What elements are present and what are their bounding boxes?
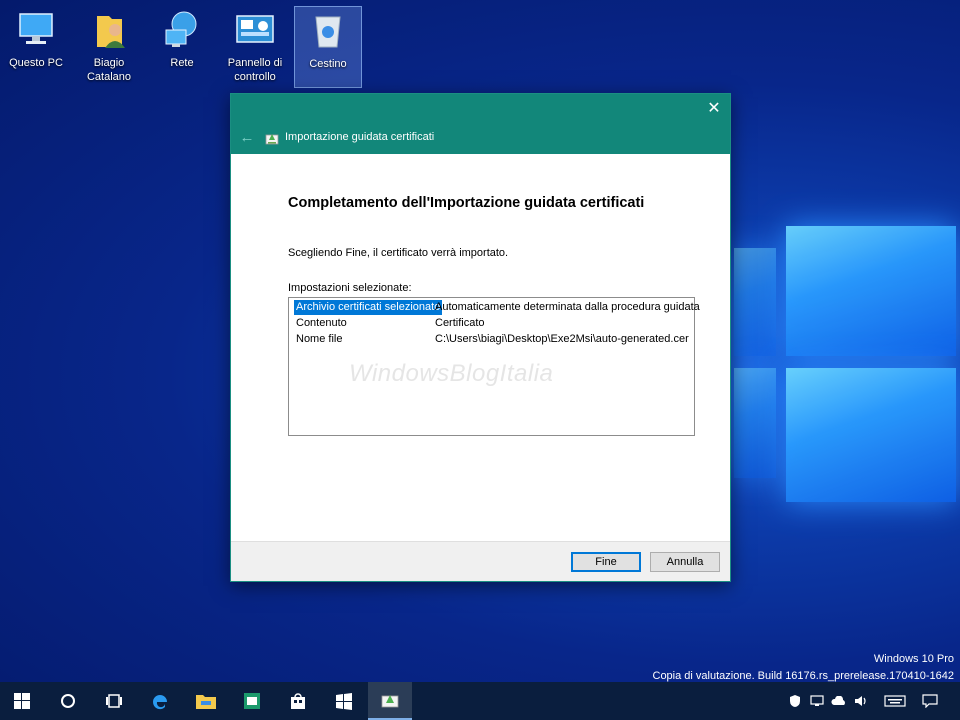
desktop-icon-label: Biagio Catalano: [86, 57, 132, 83]
edge-icon: [152, 695, 167, 710]
dialog-footer: Fine Annulla: [231, 541, 730, 581]
taskbar: [0, 682, 960, 720]
settings-key: Contenuto: [296, 317, 347, 329]
recycle-bin-icon: [315, 16, 341, 48]
settings-key: Archivio certificati selezionato: [294, 300, 443, 315]
certificate-wizard-icon: [381, 695, 399, 708]
store-icon: [291, 693, 305, 709]
start-button[interactable]: [0, 682, 44, 720]
settings-row[interactable]: Contenuto Certificato: [289, 316, 694, 331]
back-arrow-icon[interactable]: ←: [237, 128, 257, 148]
settings-value: Certificato: [435, 317, 485, 329]
desktop-icon-label: Pannello di controllo: [227, 57, 283, 83]
cancel-button[interactable]: Annulla: [650, 552, 720, 572]
wizard-header: ← Importazione guidata certificati: [231, 124, 730, 154]
settings-value: C:\Users\biagi\Desktop\Exe2Msi\auto-gene…: [435, 333, 689, 345]
desktop-icon-label: Rete: [170, 57, 194, 69]
wizard-title: Importazione guidata certificati: [285, 131, 435, 143]
task-view-button[interactable]: [92, 682, 136, 720]
keyboard-icon[interactable]: [880, 682, 910, 720]
settings-value: Automaticamente determinata dalla proced…: [435, 301, 700, 313]
start-icon: [14, 693, 30, 709]
certificate-wizard-icon: [265, 134, 279, 145]
settings-key: Nome file: [296, 333, 343, 345]
network-tray-icon[interactable]: [806, 682, 828, 720]
file-explorer-icon: [196, 695, 216, 709]
dialog-titlebar: ✕: [231, 94, 730, 124]
desktop-icon-user-folder[interactable]: Biagio Catalano: [75, 6, 143, 88]
cortana-button[interactable]: [46, 682, 90, 720]
volume-icon[interactable]: [850, 682, 872, 720]
computer-icon: [19, 13, 53, 44]
description-text: Scegliendo Fine, il certificato verrà im…: [288, 247, 509, 259]
desktop-icon-this-pc[interactable]: Questo PC: [2, 6, 70, 88]
desktop-icon-network[interactable]: Rete: [148, 6, 216, 88]
close-button[interactable]: ✕: [704, 99, 724, 119]
certificate-import-wizard-dialog: ✕ ← Importazione guidata certificati Com…: [230, 93, 731, 582]
edition-text: Windows 10 Pro: [873, 653, 954, 665]
windows-app-icon: [336, 693, 352, 710]
network-icon: [165, 11, 197, 47]
desktop-icon-label: Cestino: [309, 58, 347, 70]
control-panel-icon: [236, 15, 274, 43]
wallpaper-windows-logo: [728, 218, 960, 508]
desktop-icon-label: Questo PC: [9, 57, 63, 69]
build-info: Windows 10 Pro Copia di valutazione. Bui…: [653, 651, 955, 685]
notification-icon[interactable]: [918, 682, 942, 720]
cortana-icon: [61, 694, 75, 708]
watermark: WindowsBlogItalia: [349, 360, 554, 387]
task-view-icon: [106, 694, 122, 708]
settings-label: Impostazioni selezionate:: [288, 282, 412, 294]
user-folder-icon: [97, 16, 125, 48]
defender-icon[interactable]: [784, 682, 806, 720]
onedrive-icon[interactable]: [828, 682, 850, 720]
store-app-button[interactable]: [230, 682, 274, 720]
certificate-wizard-taskbar-button[interactable]: [368, 682, 412, 720]
finish-button[interactable]: Fine: [571, 552, 641, 572]
store-button[interactable]: [276, 682, 320, 720]
settings-row[interactable]: Nome file C:\Users\biagi\Desktop\Exe2Msi…: [289, 332, 694, 347]
file-explorer-button[interactable]: [184, 682, 228, 720]
page-heading: Completamento dell'Importazione guidata …: [288, 195, 645, 211]
edge-button[interactable]: [138, 682, 182, 720]
windows-app-button[interactable]: [322, 682, 366, 720]
settings-row[interactable]: Archivio certificati selezionato Automat…: [289, 300, 700, 315]
desktop-icon-recycle-bin[interactable]: Cestino: [294, 6, 362, 88]
desktop-icon-control-panel[interactable]: Pannello di controllo: [221, 6, 289, 88]
store-app-icon: [244, 693, 260, 709]
